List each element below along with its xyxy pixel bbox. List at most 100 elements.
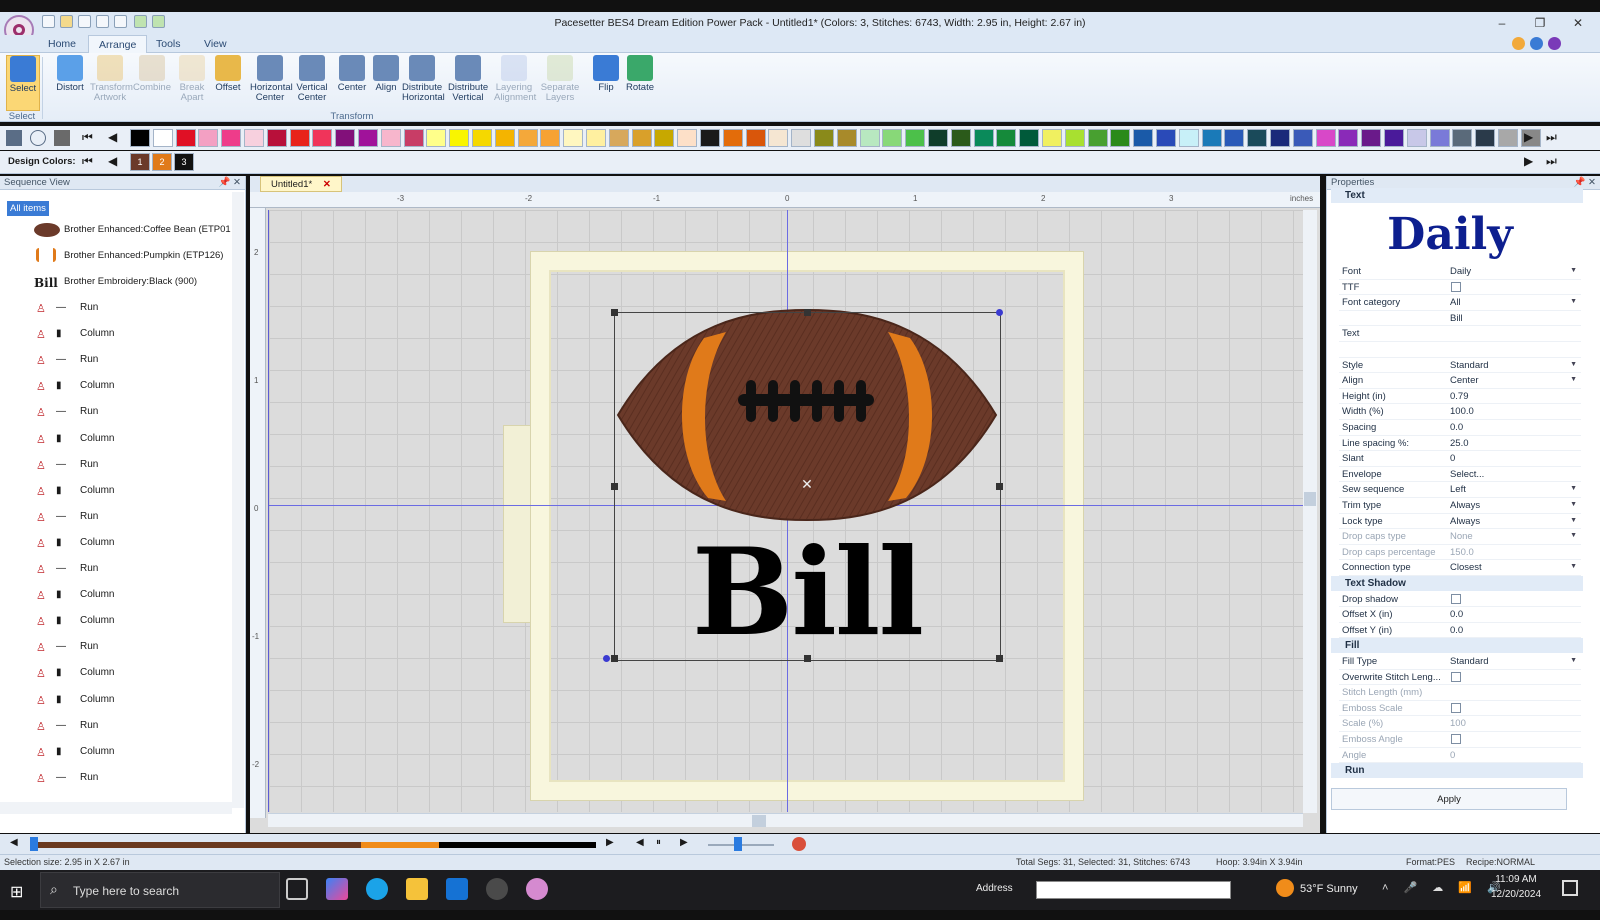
property-value[interactable]: 0.0 (1450, 609, 1463, 620)
sequence-item-column[interactable]: ♙ ▮ Column (0, 740, 240, 766)
sequence-item-column[interactable]: ♙ ▮ Column (0, 531, 240, 557)
palette-swatch[interactable] (380, 129, 401, 147)
palette-swatch[interactable] (882, 129, 903, 147)
property-row[interactable]: TTF (1339, 280, 1581, 296)
ribbon-button-distort[interactable]: Distort (50, 55, 90, 111)
property-row[interactable]: Envelope Select... (1339, 467, 1581, 483)
palette-swatch[interactable] (198, 129, 219, 147)
address-field[interactable] (1036, 881, 1231, 899)
design-color-swatch[interactable]: 3 (174, 153, 194, 171)
player-play-icon[interactable]: ▶ (680, 837, 688, 848)
property-row[interactable]: Font category All ▼ (1339, 295, 1581, 311)
palette-swatch[interactable] (266, 129, 287, 147)
hscroll-thumb[interactable] (752, 815, 766, 827)
dropdown-arrow-icon[interactable]: ▼ (1570, 298, 1577, 305)
palette-swatch[interactable] (859, 129, 880, 147)
tab-untitled1[interactable]: Untitled1* ✕ (260, 176, 342, 192)
sequence-item-column[interactable]: ♙ ▮ Column (0, 661, 240, 687)
sequence-item-column[interactable]: ♙ ▮ Column (0, 688, 240, 714)
resize-handle[interactable] (611, 655, 618, 662)
property-row[interactable]: Connection type Closest ▼ (1339, 560, 1581, 576)
palette-swatch[interactable] (494, 129, 515, 147)
ribbon-button-select[interactable]: Select (6, 55, 40, 111)
property-row[interactable]: Trim type Always ▼ (1339, 498, 1581, 514)
palette-swatch[interactable] (677, 129, 698, 147)
dropdown-arrow-icon[interactable]: ▼ (1570, 563, 1577, 570)
minimize-button[interactable]: – (1484, 14, 1520, 32)
palette-swatch[interactable] (700, 129, 720, 147)
palette-swatch[interactable] (973, 129, 994, 147)
palette-swatch[interactable] (449, 129, 470, 147)
property-value[interactable]: 150.0 (1450, 547, 1474, 558)
sequence-item-run[interactable]: ♙ — Run (0, 635, 240, 661)
tab-arrange[interactable]: Arrange (88, 35, 148, 54)
design-color-swatch[interactable]: 2 (152, 153, 172, 171)
palette-swatch[interactable] (1315, 129, 1336, 147)
design-color-swatch[interactable]: 1 (130, 153, 150, 171)
property-value[interactable]: 0 (1450, 453, 1455, 464)
tab-tools[interactable]: Tools (146, 35, 191, 53)
sequence-item-run[interactable]: ♙ — Run (0, 505, 240, 531)
copilot-icon[interactable] (326, 878, 348, 900)
resize-handle[interactable] (996, 655, 1003, 662)
section-fill[interactable]: Fill (1331, 638, 1583, 654)
property-checkbox[interactable] (1451, 593, 1461, 604)
design-next-icon[interactable]: ▶ (1524, 154, 1533, 168)
dropdown-arrow-icon[interactable]: ▼ (1570, 517, 1577, 524)
file-explorer-icon[interactable] (406, 878, 428, 900)
palette-swatch[interactable] (152, 129, 173, 147)
stitch-progress-bar[interactable] (36, 842, 596, 848)
property-row[interactable]: Drop caps percentage 150.0 (1339, 545, 1581, 561)
palette-swatch[interactable] (1042, 129, 1062, 147)
apply-button[interactable]: Apply (1331, 788, 1567, 810)
palette-swatch[interactable] (1384, 129, 1404, 147)
ribbon-button-transform-artwork[interactable]: Transform Artwork (90, 55, 133, 111)
clock-date[interactable]: 12/20/2024 (1488, 889, 1544, 900)
palette-swatch[interactable] (1133, 129, 1154, 147)
palette-swatch[interactable] (1178, 129, 1199, 147)
palette-swatch[interactable] (654, 129, 675, 147)
info-icon[interactable] (1530, 37, 1543, 50)
palette-swatch[interactable] (745, 129, 766, 147)
sequence-item-run[interactable]: ♙ — Run (0, 714, 240, 740)
restore-button[interactable]: ❐ (1522, 14, 1558, 32)
section-text[interactable]: Text (1331, 188, 1583, 203)
ribbon-button-separate-layers[interactable]: Separate Layers (540, 55, 580, 111)
design-canvas[interactable]: -3 -2 -1 0 1 2 3 inches 2 1 0 -1 -2 ✕ Bi… (250, 192, 1320, 833)
property-value[interactable]: None (1450, 531, 1473, 542)
vscroll-thumb[interactable] (1304, 492, 1316, 506)
ribbon-button-distribute-horizontal[interactable]: Distribute Horizontal (402, 55, 445, 111)
sequence-item-column[interactable]: ♙ ▮ Column (0, 479, 240, 505)
design-first-icon[interactable]: ⏮ (82, 154, 93, 169)
about-icon[interactable] (1548, 37, 1561, 50)
dropdown-arrow-icon[interactable]: ▼ (1570, 501, 1577, 508)
canvas-hscrollbar[interactable] (268, 813, 1303, 827)
ribbon-button-rotate[interactable]: Rotate (620, 55, 660, 111)
property-row[interactable]: Scale (%) 100 (1339, 716, 1581, 732)
property-row[interactable]: Stitch Length (mm) (1339, 685, 1581, 701)
windows-start-icon[interactable]: ⊞ (10, 882, 23, 902)
property-value[interactable]: 0.0 (1450, 625, 1463, 636)
palette-swatch[interactable] (130, 129, 150, 147)
ribbon-button-distribute-vertical[interactable]: Distribute Vertical (448, 55, 488, 111)
property-row[interactable]: Drop caps type None ▼ (1339, 529, 1581, 545)
palette-swatch[interactable] (1270, 129, 1290, 147)
sequence-item-column[interactable]: ♙ ▮ Column (0, 427, 240, 453)
property-row[interactable]: Text (1339, 326, 1581, 342)
ribbon-button-layering-alignment[interactable]: Layering Alignment (494, 55, 536, 111)
help-icon[interactable] (1512, 37, 1525, 50)
clock-time[interactable]: 11:09 AM (1488, 874, 1544, 885)
palette-swatch[interactable] (586, 129, 606, 147)
property-row[interactable]: Overwrite Stitch Leng... (1339, 670, 1581, 686)
print-icon[interactable] (114, 15, 127, 28)
edge-icon[interactable] (366, 878, 388, 900)
property-row[interactable]: Offset X (in) 0.0 (1339, 607, 1581, 623)
palette-swatch[interactable] (722, 129, 743, 147)
resize-handle[interactable] (611, 483, 618, 490)
palette-swatch[interactable] (836, 129, 857, 147)
tab-view[interactable]: View (194, 35, 237, 53)
property-row[interactable]: Fill Type Standard ▼ (1339, 654, 1581, 670)
palette-swatch[interactable] (1224, 129, 1245, 147)
thread-coffee-bean[interactable]: Brother Enhanced:Coffee Bean (ETP01 (0, 218, 240, 242)
property-value[interactable]: Always (1450, 516, 1480, 527)
